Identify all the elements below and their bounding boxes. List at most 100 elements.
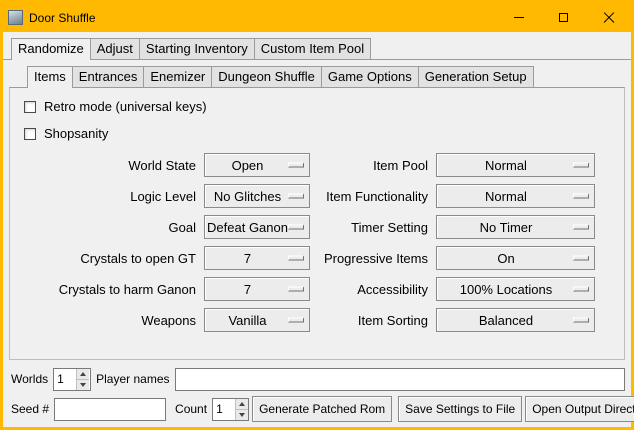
checkbox-retro-mode[interactable]: Retro mode (universal keys) [24,99,614,114]
tab-label: Starting Inventory [146,41,248,56]
item-sorting-dropdown[interactable]: Balanced [436,308,595,332]
items-pane: Retro mode (universal keys) Shopsanity W… [9,87,625,360]
dropdown-value: 7 [244,251,251,266]
count-input[interactable] [213,399,235,420]
dropdown-indicator-icon [288,194,304,199]
main-tab-bar: Randomize Adjust Starting Inventory Cust… [3,32,631,59]
worlds-spin-up-button[interactable] [77,369,89,380]
tab-label: Entrances [79,69,138,84]
dropdown-indicator-icon [573,225,589,230]
item-pool-label: Item Pool [314,158,432,173]
tab-items[interactable]: Items [27,66,73,88]
accessibility-label: Accessibility [314,282,432,297]
crystals-harm-ganon-dropdown[interactable]: 7 [204,277,310,301]
worlds-spinbox[interactable] [53,368,91,391]
tab-starting-inventory[interactable]: Starting Inventory [139,38,255,59]
close-button[interactable] [586,3,631,32]
bottom-bar: Worlds Player names Seed # Count [3,364,631,427]
world-state-dropdown[interactable]: Open [204,153,310,177]
titlebar: Door Shuffle [3,3,631,32]
arrow-up-icon [80,372,86,376]
item-pool-dropdown[interactable]: Normal [436,153,595,177]
player-names-input[interactable] [175,368,626,391]
dropdown-value: Normal [485,189,527,204]
tab-game-options[interactable]: Game Options [321,66,419,87]
retro-mode-label: Retro mode (universal keys) [44,99,207,114]
seed-label: Seed # [9,402,51,416]
generate-patched-rom-button[interactable]: Generate Patched Rom [252,396,392,422]
count-spinbox[interactable] [212,398,249,421]
arrow-down-icon [80,383,86,387]
tab-label: Custom Item Pool [261,41,364,56]
worlds-input[interactable] [54,369,76,390]
item-sorting-label: Item Sorting [314,313,432,328]
world-state-label: World State [22,158,200,173]
dropdown-indicator-icon [288,256,304,261]
count-spin-down-button[interactable] [236,410,248,420]
close-icon [603,12,615,24]
worlds-spin-down-button[interactable] [77,380,89,390]
dropdown-value: No Glitches [214,189,281,204]
tab-custom-item-pool[interactable]: Custom Item Pool [254,38,371,59]
dropdown-value: Defeat Ganon [207,220,288,235]
weapons-label: Weapons [22,313,200,328]
shopsanity-label: Shopsanity [44,126,108,141]
caption-buttons [496,3,631,32]
weapons-dropdown[interactable]: Vanilla [204,308,310,332]
tab-label: Enemizer [150,69,205,84]
tab-label: Game Options [328,69,412,84]
tab-entrances[interactable]: Entrances [72,66,145,87]
dropdown-value: No Timer [480,220,533,235]
goal-dropdown[interactable]: Defeat Ganon [204,215,310,239]
maximize-icon [559,13,568,22]
tab-randomize[interactable]: Randomize [11,38,91,60]
timer-setting-dropdown[interactable]: No Timer [436,215,595,239]
tab-label: Dungeon Shuffle [218,69,315,84]
maximize-button[interactable] [541,3,586,32]
count-label: Count [173,402,209,416]
sub-tab-bar: Items Entrances Enemizer Dungeon Shuffle… [9,62,625,87]
retro-mode-checkbox[interactable] [24,101,36,113]
logic-level-dropdown[interactable]: No Glitches [204,184,310,208]
shopsanity-checkbox[interactable] [24,128,36,140]
tab-enemizer[interactable]: Enemizer [143,66,212,87]
tab-label: Generation Setup [425,69,527,84]
worlds-label: Worlds [9,372,50,386]
tab-adjust[interactable]: Adjust [90,38,140,59]
checkbox-shopsanity[interactable]: Shopsanity [24,126,614,141]
progressive-items-label: Progressive Items [314,251,432,266]
tab-dungeon-shuffle[interactable]: Dungeon Shuffle [211,66,322,87]
player-names-label: Player names [94,372,171,386]
crystals-open-gt-dropdown[interactable]: 7 [204,246,310,270]
arrow-down-icon [239,413,245,417]
dropdown-value: Normal [485,158,527,173]
dropdown-indicator-icon [288,287,304,292]
dropdown-value: On [497,251,514,266]
app-icon [8,10,23,25]
progressive-items-dropdown[interactable]: On [436,246,595,270]
item-functionality-label: Item Functionality [314,189,432,204]
save-settings-button[interactable]: Save Settings to File [398,396,522,422]
dropdown-indicator-icon [573,318,589,323]
dropdown-indicator-icon [288,163,304,168]
count-spin-up-button[interactable] [236,399,248,410]
goal-label: Goal [22,220,200,235]
item-functionality-dropdown[interactable]: Normal [436,184,595,208]
dropdown-indicator-icon [573,256,589,261]
seed-row: Seed # Count Generate Patched Rom Save S… [9,396,625,422]
option-fields: World State Open Item Pool Normal Logic … [22,153,614,332]
tab-generation-setup[interactable]: Generation Setup [418,66,534,87]
minimize-button[interactable] [496,3,541,32]
crystals-open-gt-label: Crystals to open GT [22,251,200,266]
dropdown-indicator-icon [288,225,304,230]
randomize-pane: Items Entrances Enemizer Dungeon Shuffle… [3,59,631,364]
worlds-spin-buttons [76,369,89,390]
logic-level-label: Logic Level [22,189,200,204]
dropdown-value: 7 [244,282,251,297]
dropdown-indicator-icon [288,318,304,323]
open-output-directory-button[interactable]: Open Output Directory [525,396,634,422]
arrow-up-icon [239,402,245,406]
accessibility-dropdown[interactable]: 100% Locations [436,277,595,301]
seed-input[interactable] [54,398,166,421]
count-spin-buttons [235,399,248,420]
